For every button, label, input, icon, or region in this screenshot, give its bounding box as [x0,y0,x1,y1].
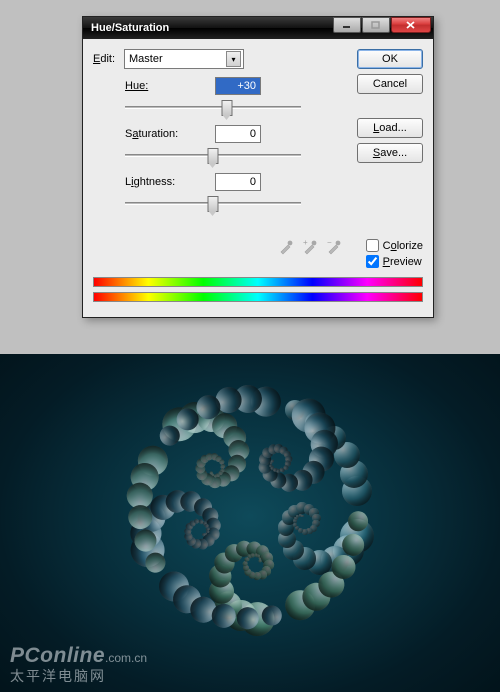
hue-slider-thumb[interactable] [222,100,233,116]
eyedropper-subtract-icon: − [326,239,342,258]
canvas-gray-background: Hue/Saturation Edit: Master ▾ [0,0,500,354]
hue-color-ramps [93,277,423,307]
lightness-slider-thumb[interactable] [208,196,219,212]
eyedropper-icon [278,239,294,258]
preview-checkbox-input[interactable] [366,255,379,268]
window-maximize-button [362,17,390,33]
colorize-checkbox[interactable]: Colorize [366,239,423,252]
svg-text:+: + [303,239,308,247]
hue-label: Hue: [125,80,215,92]
dialog-title: Hue/Saturation [91,22,169,34]
hue-input[interactable] [215,77,261,95]
preview-checkbox[interactable]: Preview [366,255,423,268]
hue-ramp-input [93,277,423,287]
dropdown-arrow-icon[interactable]: ▾ [226,51,241,67]
lightness-label: Lightness: [125,176,215,188]
watermark: PConline.com.cn 太平洋电脑网 [10,644,147,686]
fractal-spiral-art [110,369,390,649]
colorize-checkbox-input[interactable] [366,239,379,252]
saturation-slider[interactable] [125,147,301,165]
load-button[interactable]: Load... [357,118,423,138]
preview-label: Preview [383,256,422,268]
cancel-button[interactable]: Cancel [357,74,423,94]
colorize-label: Colorize [383,240,423,252]
save-button[interactable]: Save... [357,143,423,163]
saturation-label: Saturation: [125,128,215,140]
hue-saturation-dialog: Hue/Saturation Edit: Master ▾ [82,16,434,318]
watermark-cn: 太平洋电脑网 [10,666,147,686]
saturation-slider-thumb[interactable] [208,148,219,164]
eyedropper-tools: + − [278,239,342,258]
lightness-slider[interactable] [125,195,301,213]
hue-ramp-output [93,292,423,302]
ok-button[interactable]: OK [357,49,423,69]
watermark-domain: .com.cn [105,651,147,665]
dialog-titlebar[interactable]: Hue/Saturation [83,17,433,39]
eyedropper-add-icon: + [302,239,318,258]
saturation-input[interactable] [215,125,261,143]
edit-label: Edit: [93,53,119,65]
window-close-button[interactable] [391,17,431,33]
edit-mode-value: Master [129,53,163,65]
hue-slider[interactable] [125,99,301,117]
svg-text:−: − [327,239,332,247]
watermark-brand: PConline [10,644,105,667]
lightness-input[interactable] [215,173,261,191]
window-minimize-button[interactable] [333,17,361,33]
result-artwork-panel: PConline.com.cn 太平洋电脑网 [0,354,500,692]
edit-mode-select[interactable]: Master ▾ [124,49,244,69]
